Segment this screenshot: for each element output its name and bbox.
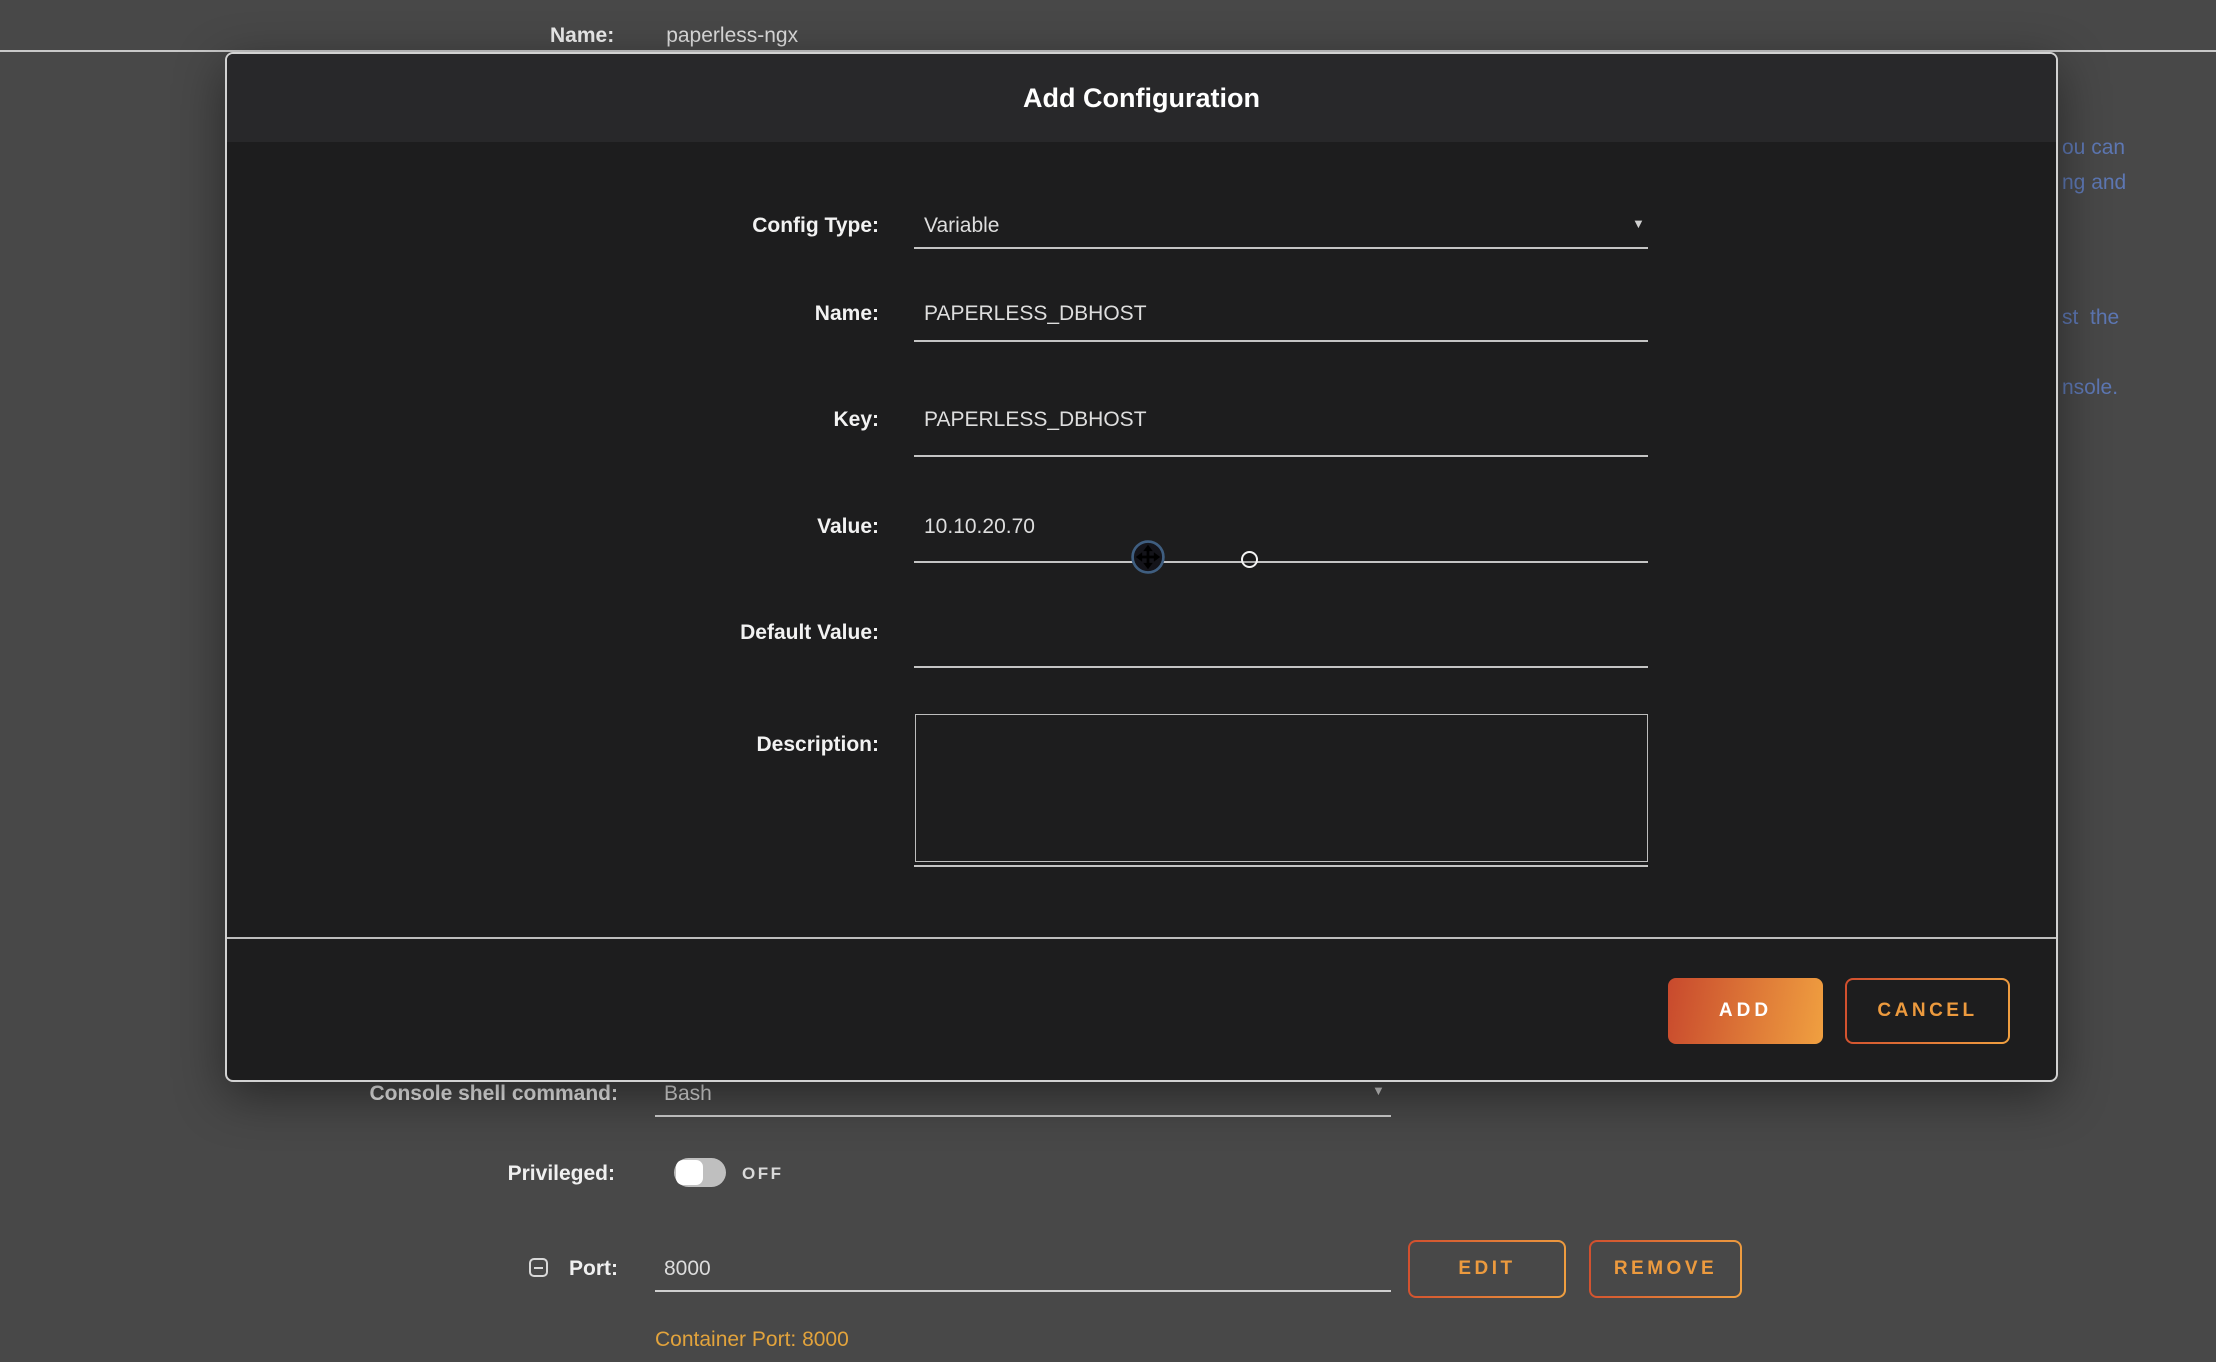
help-text-fragment: ou can (2062, 136, 2125, 160)
privileged-label: Privileged: (0, 1162, 615, 1186)
page: Name: paperless-ngx ou can ng and st the… (0, 0, 2216, 1362)
name-input-underline (914, 340, 1648, 342)
port-label: Port: (0, 1257, 618, 1281)
container-port-text: Container Port: 8000 (655, 1328, 849, 1352)
config-type-underline (914, 247, 1648, 249)
remove-button-label: REMOVE (1591, 1242, 1740, 1296)
remove-button[interactable]: REMOVE (1589, 1240, 1742, 1298)
edit-button[interactable]: EDIT (1408, 1240, 1566, 1298)
modal-header: Add Configuration (227, 54, 2056, 142)
help-text-fragment: nsole. (2062, 376, 2118, 400)
cancel-button[interactable]: CANCEL (1845, 978, 2010, 1044)
toggle-knob-icon (676, 1160, 703, 1185)
console-shell-select[interactable]: Bash (664, 1082, 712, 1106)
port-underline (655, 1290, 1391, 1292)
default-value-underline (914, 666, 1648, 668)
description-textarea[interactable] (915, 714, 1648, 862)
description-underline (914, 865, 1648, 867)
value-input[interactable] (924, 515, 1624, 539)
port-value: 8000 (664, 1257, 711, 1281)
help-text-fragment: st the (2062, 306, 2119, 330)
console-shell-label: Console shell command: (0, 1082, 618, 1106)
key-field-label: Key: (227, 408, 879, 432)
key-input[interactable] (924, 408, 1624, 432)
key-input-underline (914, 455, 1648, 457)
move-cursor-icon (1131, 540, 1165, 574)
value-input-underline (914, 561, 1648, 563)
default-value-input[interactable] (924, 621, 1624, 645)
chevron-down-icon[interactable]: ▼ (1632, 216, 1645, 231)
add-button[interactable]: ADD (1668, 978, 1823, 1044)
name-field-label: Name: (227, 302, 879, 326)
default-value-label: Default Value: (227, 621, 879, 645)
help-text-fragment: ng and (2062, 171, 2126, 195)
click-indicator-icon (1241, 551, 1258, 568)
config-type-select[interactable]: Variable (924, 214, 1624, 238)
privileged-state: OFF (742, 1164, 784, 1184)
modal-title: Add Configuration (1023, 83, 1260, 114)
value-field-label: Value: (227, 515, 879, 539)
cancel-button-label: CANCEL (1847, 980, 2008, 1042)
privileged-toggle[interactable] (674, 1158, 726, 1187)
console-shell-underline (655, 1115, 1391, 1117)
chevron-down-icon[interactable]: ▼ (1372, 1083, 1385, 1098)
edit-button-label: EDIT (1410, 1242, 1564, 1296)
description-label: Description: (227, 733, 879, 757)
config-type-label: Config Type: (227, 214, 879, 238)
footer-divider (227, 937, 2056, 939)
name-input[interactable] (924, 302, 1624, 326)
